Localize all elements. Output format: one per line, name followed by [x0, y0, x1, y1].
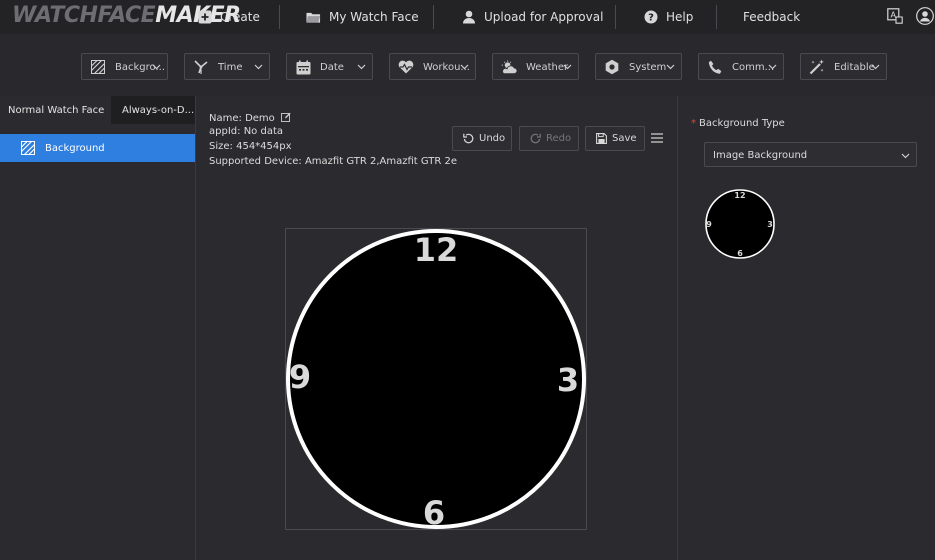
tab-always-on-display[interactable]: Always-on-D...	[111, 96, 195, 124]
info-appid: appId: No data	[209, 126, 283, 137]
top-bar: WATCHFACEMAKER Create My Watch Face Uplo…	[0, 0, 935, 34]
chevron-down-icon	[666, 64, 675, 70]
toolbar-system-dropdown[interactable]: System	[595, 53, 682, 80]
edit-icon[interactable]	[281, 112, 291, 122]
properties-panel: * Background Type Image Background 12 3 6…	[677, 96, 935, 560]
thumb-numeral-6: 6	[737, 249, 743, 258]
redo-button[interactable]: Redo	[519, 126, 579, 151]
weather-icon	[501, 59, 517, 75]
nav-upload-for-approval[interactable]: Upload for Approval	[461, 0, 603, 34]
info-size: Size: 454*454px	[209, 141, 292, 152]
chevron-down-icon	[152, 64, 161, 70]
watch-numeral-3: 3	[557, 361, 579, 399]
undo-icon	[463, 133, 474, 144]
nav-divider	[433, 5, 434, 29]
chevron-down-icon	[563, 64, 572, 70]
calendar-icon	[295, 59, 311, 75]
chevron-down-icon	[460, 64, 469, 70]
windmill-icon	[193, 59, 209, 75]
magic-wand-icon	[809, 59, 825, 75]
svg-text:?: ?	[648, 13, 654, 24]
toolbar-editable-dropdown[interactable]: Editable	[800, 53, 887, 80]
thumb-numeral-9: 9	[706, 220, 712, 229]
toolbar-communication-dropdown[interactable]: Comm...	[698, 53, 784, 80]
background-image-thumbnail[interactable]: 12 3 6 9	[704, 188, 776, 260]
chevron-down-icon	[901, 153, 910, 159]
heart-icon	[398, 59, 414, 75]
component-toolbar: Backgro... Time Date Workou... Weather S…	[0, 34, 935, 96]
chevron-down-icon	[357, 64, 366, 70]
watch-numeral-6: 6	[423, 494, 445, 530]
toolbar-background-dropdown[interactable]: Backgro...	[81, 53, 168, 80]
nav-divider	[279, 5, 280, 29]
undo-button[interactable]: Undo	[452, 126, 512, 151]
watch-face-preview[interactable]: 12 3 6 9	[286, 228, 588, 530]
toolbar-weather-dropdown[interactable]: Weather	[492, 53, 579, 80]
tab-normal-watch-face[interactable]: Normal Watch Face	[0, 96, 111, 124]
background-stripes-icon	[21, 141, 35, 155]
info-supported-device: Supported Device: Amazfit GTR 2,Amazfit …	[209, 156, 457, 167]
layers-panel: Normal Watch Face Always-on-D... Backgro…	[0, 96, 196, 560]
account-icon[interactable]	[916, 7, 934, 25]
nav-help[interactable]: ? Help	[643, 0, 693, 34]
question-circle-icon: ?	[643, 10, 658, 25]
toolbar-workout-dropdown[interactable]: Workou...	[389, 53, 476, 80]
chevron-down-icon	[871, 64, 880, 70]
chevron-down-icon	[254, 64, 263, 70]
chevron-down-icon	[768, 64, 777, 70]
nav-feedback[interactable]: Feedback	[743, 0, 800, 34]
nav-create[interactable]: Create	[197, 0, 260, 34]
required-marker: *	[691, 118, 696, 129]
nav-divider	[716, 5, 717, 29]
plus-square-icon	[197, 10, 212, 25]
hexagon-icon	[604, 59, 620, 75]
user-icon	[461, 10, 476, 25]
watch-numeral-9: 9	[289, 358, 311, 396]
nav-divider	[615, 5, 616, 29]
nav-my-watch-face[interactable]: My Watch Face	[306, 0, 419, 34]
watch-numeral-12: 12	[414, 231, 459, 269]
layer-item-background[interactable]: Background	[0, 134, 195, 162]
thumb-numeral-12: 12	[734, 191, 745, 200]
floppy-disk-icon	[596, 133, 607, 144]
thumb-numeral-3: 3	[767, 220, 773, 229]
info-name: Name: Demo	[209, 112, 291, 124]
save-button[interactable]: Save	[585, 126, 645, 151]
toolbar-date-dropdown[interactable]: Date	[286, 53, 373, 80]
translate-icon[interactable]: A	[886, 7, 904, 25]
editor-canvas-area: Name: Demo appId: No data Size: 454*454p…	[196, 96, 677, 560]
menu-icon[interactable]	[651, 133, 663, 143]
toolbar-time-dropdown[interactable]: Time	[184, 53, 270, 80]
background-stripes-icon	[90, 59, 106, 75]
background-type-select[interactable]: Image Background	[704, 142, 917, 167]
redo-icon	[530, 133, 541, 144]
background-type-label: * Background Type	[691, 118, 785, 129]
phone-icon	[707, 59, 723, 75]
folder-icon	[306, 10, 321, 25]
